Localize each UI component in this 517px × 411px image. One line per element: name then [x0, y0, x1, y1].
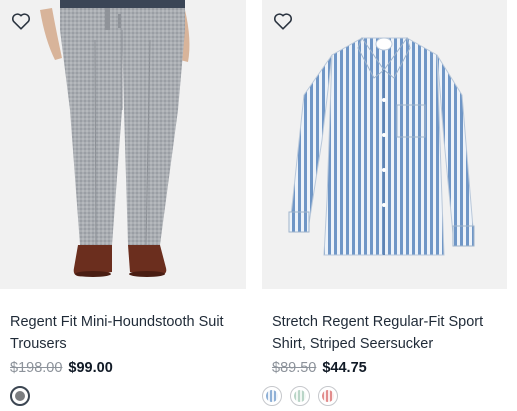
- sale-price: $44.75: [322, 360, 367, 376]
- product-price: $89.50 $44.75: [272, 357, 507, 379]
- product-title[interactable]: Stretch Regent Regular-Fit Sport Shirt, …: [272, 311, 508, 355]
- gray-trousers-image: [0, 0, 246, 289]
- green-stripe-swatch[interactable]: [290, 386, 310, 406]
- color-swatches-trousers: [10, 386, 30, 406]
- original-price: $89.50: [272, 360, 317, 376]
- product-image-shirt[interactable]: [262, 0, 507, 289]
- blue-stripe-swatch[interactable]: [262, 386, 282, 406]
- sale-price: $99.00: [68, 360, 113, 376]
- wishlist-heart-icon[interactable]: [10, 10, 32, 32]
- product-title[interactable]: Regent Fit Mini-Houndstooth Suit Trouser…: [10, 311, 246, 355]
- gray-swatch[interactable]: [10, 386, 30, 406]
- striped-shirt-image: [262, 0, 507, 289]
- product-price: $198.00 $99.00: [10, 357, 246, 379]
- product-card-shirt[interactable]: Stretch Regent Regular-Fit Sport Shirt, …: [262, 0, 507, 379]
- color-swatches-shirt: [262, 386, 338, 406]
- original-price: $198.00: [10, 360, 63, 376]
- wishlist-heart-icon[interactable]: [272, 10, 294, 32]
- red-stripe-swatch[interactable]: [318, 386, 338, 406]
- product-image-trousers[interactable]: [0, 0, 246, 289]
- product-card-trousers[interactable]: Regent Fit Mini-Houndstooth Suit Trouser…: [0, 0, 246, 379]
